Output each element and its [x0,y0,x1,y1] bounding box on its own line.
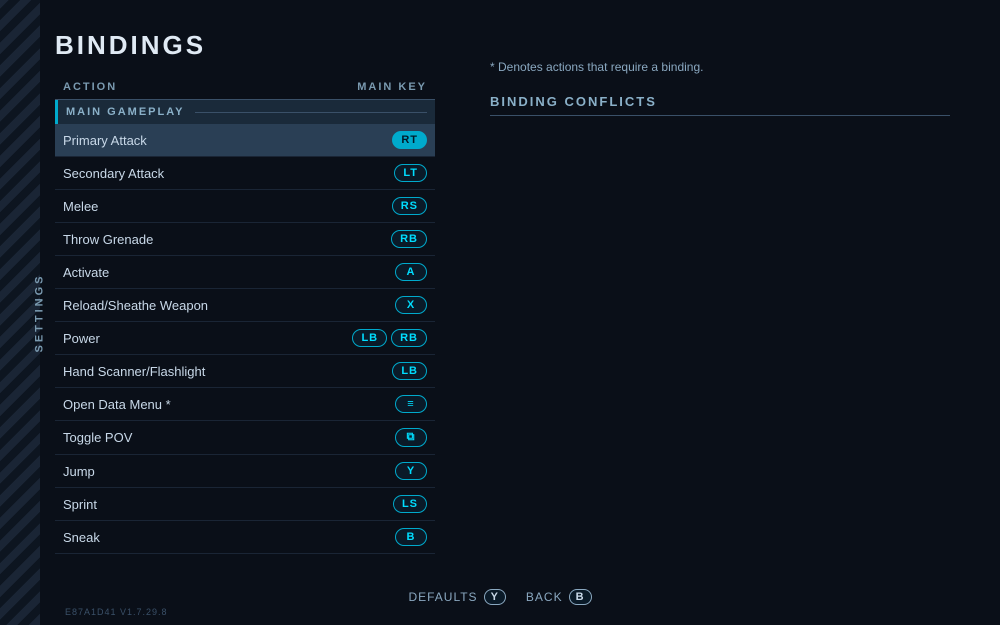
key-badge: RB [391,230,427,248]
binding-row[interactable]: Primary Attack RT [55,124,435,157]
action-name: Toggle POV [63,430,132,445]
back-key: B [569,589,592,605]
page-title: BINDINGS [55,30,955,61]
binding-row[interactable]: Melee RS [55,190,435,223]
keys-container: RB [391,230,427,248]
conflicts-label: BINDING CONFLICTS [490,94,950,116]
binding-row[interactable]: Power LBRB [55,322,435,355]
key-badge: RT [392,131,427,149]
key-badge: LT [394,164,427,182]
binding-row[interactable]: Secondary Attack LT [55,157,435,190]
column-headers: ACTION MAIN KEY [55,81,435,100]
key-badge: RS [392,197,427,215]
action-name: Throw Grenade [63,232,153,247]
key-badge: B [395,528,427,546]
key-badge: ⧉ [395,428,427,447]
keys-container: X [395,296,427,314]
keys-container: ⧉ [395,428,427,447]
keys-container: LT [394,164,427,182]
binding-row[interactable]: Sneak B [55,521,435,554]
action-name: Jump [63,464,95,479]
key-badge: X [395,296,427,314]
action-name: Primary Attack [63,133,147,148]
action-name: Open Data Menu * [63,397,171,412]
keys-container: ≡ [395,395,427,413]
binding-row[interactable]: Throw Grenade RB [55,223,435,256]
key-badge: ≡ [395,395,427,413]
mainkey-column-header: MAIN KEY [357,81,427,93]
action-name: Activate [63,265,109,280]
key-badge: LB [352,329,387,347]
back-action[interactable]: BACK B [526,589,592,605]
binding-row[interactable]: Open Data Menu * ≡ [55,388,435,421]
right-panel: * Denotes actions that require a binding… [490,60,950,116]
action-name: Hand Scanner/Flashlight [63,364,205,379]
defaults-key: Y [484,589,506,605]
settings-label: SETTINGS [34,273,46,352]
defaults-action[interactable]: DEFAULTS Y [408,589,505,605]
action-name: Sprint [63,497,97,512]
binding-row[interactable]: Reload/Sheathe Weapon X [55,289,435,322]
keys-container: LB [392,362,427,380]
action-name: Reload/Sheathe Weapon [63,298,208,313]
keys-container: Y [395,462,427,480]
bindings-panel: ACTION MAIN KEY MAIN GAMEPLAYPrimary Att… [55,81,435,554]
action-name: Melee [63,199,98,214]
defaults-label: DEFAULTS [408,590,477,604]
action-name: Sneak [63,530,100,545]
key-badge: LS [393,495,427,513]
action-column-header: ACTION [63,81,117,93]
keys-container: B [395,528,427,546]
key-badge: Y [395,462,427,480]
binding-row[interactable]: Activate A [55,256,435,289]
keys-container: LS [393,495,427,513]
keys-container: LBRB [352,329,427,347]
binding-row[interactable]: Hand Scanner/Flashlight LB [55,355,435,388]
bottom-bar: DEFAULTS Y BACK B [0,589,1000,605]
version-text: E87A1D41 V1.7.29.8 [65,607,168,617]
keys-container: A [395,263,427,281]
section-header-main-gameplay: MAIN GAMEPLAY [55,100,435,124]
key-badge: A [395,263,427,281]
keys-container: RT [392,131,427,149]
binding-note: * Denotes actions that require a binding… [490,60,950,74]
key-badge: LB [392,362,427,380]
key-badge: RB [391,329,427,347]
binding-row[interactable]: Sprint LS [55,488,435,521]
bindings-list: MAIN GAMEPLAY Primary Attack RT Secondary A… [55,100,435,554]
binding-row[interactable]: Toggle POV ⧉ [55,421,435,455]
action-name: Power [63,331,100,346]
sidebar-decoration: SETTINGS [0,0,40,625]
keys-container: RS [392,197,427,215]
action-name: Secondary Attack [63,166,164,181]
back-label: BACK [526,590,563,604]
binding-row[interactable]: Jump Y [55,455,435,488]
